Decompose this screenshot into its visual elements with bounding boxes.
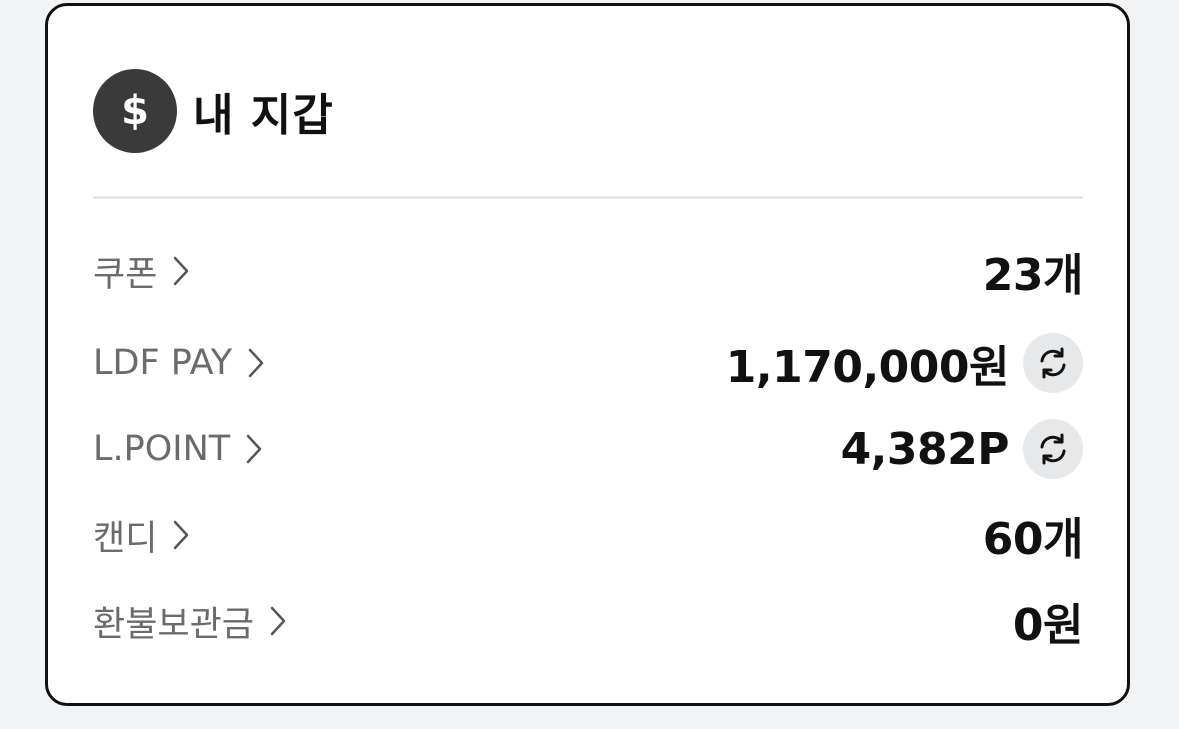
wallet-header: $ 내 지갑 xyxy=(93,66,334,156)
wallet-row-ldf-pay: LDF PAY 1,170,000원 xyxy=(93,333,1083,393)
row-value: 0원 xyxy=(1012,589,1084,653)
coupon-count: 23개 xyxy=(982,250,1084,301)
refresh-icon xyxy=(1040,347,1066,379)
row-value: 23개 xyxy=(982,239,1084,303)
candy-link[interactable]: 캔디 xyxy=(93,510,189,561)
ldf-pay-balance: 1,170,000원 xyxy=(725,342,1010,393)
candy-count: 60개 xyxy=(982,514,1084,565)
chevron-right-icon xyxy=(248,348,264,378)
wallet-title: 내 지갑 xyxy=(193,90,334,141)
ldf-pay-link[interactable]: LDF PAY xyxy=(93,343,264,383)
lpoint-balance: 4,382P xyxy=(840,423,1010,475)
chevron-right-icon xyxy=(173,256,189,286)
wallet-row-refund-deposit: 환불보관금 0원 xyxy=(93,589,1084,653)
chevron-right-icon xyxy=(173,520,189,550)
refresh-icon xyxy=(1040,433,1066,465)
svg-text:$: $ xyxy=(121,89,149,133)
wallet-row-lpoint: L.POINT 4,382P xyxy=(93,419,1083,479)
wallet-row-candy: 캔디 60개 xyxy=(93,503,1084,567)
row-value: 60개 xyxy=(982,503,1084,567)
row-label: LDF PAY xyxy=(93,343,233,383)
wallet-card: $ 내 지갑 쿠폰 23개 LDF PAY 1,170,000원 L.POINT… xyxy=(45,3,1130,706)
row-label: 환불보관금 xyxy=(93,604,255,645)
refund-deposit-link[interactable]: 환불보관금 xyxy=(93,596,286,647)
row-label: 캔디 xyxy=(93,518,158,559)
row-value: 1,170,000원 xyxy=(726,331,1083,395)
coupon-link[interactable]: 쿠폰 xyxy=(93,246,189,297)
chevron-right-icon xyxy=(270,606,286,636)
chevron-right-icon xyxy=(246,434,262,464)
refresh-button[interactable] xyxy=(1023,419,1083,479)
divider xyxy=(93,196,1083,199)
wallet-row-coupon: 쿠폰 23개 xyxy=(93,239,1084,303)
lpoint-link[interactable]: L.POINT xyxy=(93,429,262,469)
row-label: L.POINT xyxy=(93,429,231,469)
refund-deposit-balance: 0원 xyxy=(1012,600,1084,651)
row-value: 4,382P xyxy=(841,419,1083,479)
dollar-coin-icon: $ xyxy=(93,69,177,153)
refresh-button[interactable] xyxy=(1023,333,1083,393)
row-label: 쿠폰 xyxy=(93,254,158,295)
